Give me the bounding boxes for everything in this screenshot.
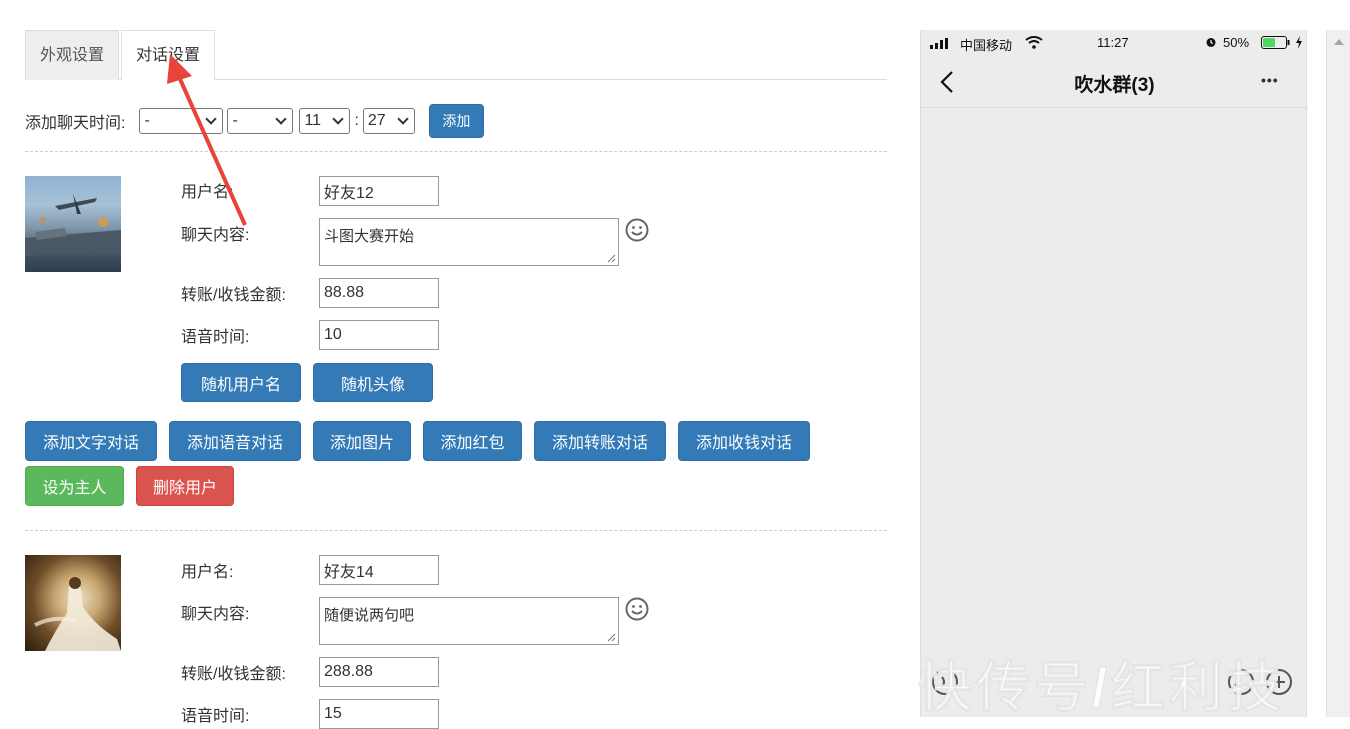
hour-select-value: 11: [304, 112, 322, 129]
section-divider: [25, 530, 887, 531]
avatar-warship-image: [25, 194, 121, 256]
username-input-2[interactable]: 好友14: [319, 555, 439, 585]
emoji-icon[interactable]: [625, 218, 649, 242]
chat-title: 吹水群(3): [1074, 75, 1155, 96]
content-label-2: 聊天内容:: [181, 606, 250, 623]
add-voice-dialog-button[interactable]: 添加语音对话: [169, 421, 301, 461]
minute-select-value: 27: [367, 112, 386, 129]
add-receive-dialog-button[interactable]: 添加收钱对话: [678, 421, 810, 461]
chat-time-label: 添加聊天时间:: [25, 115, 126, 132]
set-owner-button[interactable]: 设为主人: [25, 466, 124, 506]
carrier-name: 中国移动: [960, 38, 1013, 53]
phone-preview: 中国移动 11:27 50% 吹水群(3) •••: [920, 30, 1308, 717]
user-avatar-1[interactable]: [25, 176, 121, 272]
add-text-dialog-button[interactable]: 添加文字对话: [25, 421, 157, 461]
voice-label-1: 语音时间:: [181, 329, 250, 346]
charging-icon: [1296, 36, 1302, 49]
add-redpacket-button[interactable]: 添加红包: [423, 421, 522, 461]
content-text-2: 随便说两句吧: [324, 607, 415, 624]
resize-handle-icon[interactable]: [606, 253, 616, 263]
content-textarea-2[interactable]: 随便说两句吧: [319, 597, 619, 645]
year-select-value: -: [144, 112, 150, 129]
user-avatar-2[interactable]: [25, 555, 121, 651]
watermark: 快传号/红利技: [918, 645, 1350, 717]
signal-icon: [930, 38, 948, 49]
username-label-2: 用户名:: [181, 564, 234, 581]
amount-input-2[interactable]: 288.88: [319, 657, 439, 687]
random-avatar-button[interactable]: 随机头像: [313, 363, 433, 402]
minute-select[interactable]: 27: [362, 108, 415, 134]
phone-status-bar: 中国移动 11:27 50%: [921, 30, 1308, 56]
annotation-arrow: [167, 54, 247, 226]
random-username-button[interactable]: 随机用户名: [181, 363, 301, 402]
content-text-1: 斗图大赛开始: [324, 228, 415, 245]
add-image-button[interactable]: 添加图片: [313, 421, 411, 461]
amount-input-1[interactable]: 88.88: [319, 278, 439, 308]
page-scrollbar[interactable]: [1326, 30, 1350, 717]
emoji-icon[interactable]: [625, 597, 649, 621]
chevron-down-icon: [397, 113, 409, 125]
watermark-text: 快传号/红利技: [918, 658, 1286, 718]
tab-appearance-settings[interactable]: 外观设置: [25, 30, 119, 80]
delete-user-button[interactable]: 删除用户: [136, 466, 234, 506]
chevron-down-icon: [275, 113, 288, 125]
username-input-1[interactable]: 好友12: [319, 176, 439, 206]
amount-label-1: 转账/收钱金额:: [181, 287, 286, 304]
phone-time: 11:27: [1097, 35, 1129, 50]
content-textarea-1[interactable]: 斗图大赛开始: [319, 218, 619, 266]
scroll-up-arrow-icon[interactable]: [1333, 38, 1345, 46]
battery-icon: [1261, 36, 1290, 49]
phone-nav-bar: 吹水群(3) •••: [921, 56, 1308, 108]
more-icon[interactable]: •••: [1261, 72, 1279, 88]
battery-percent: 50%: [1223, 35, 1250, 50]
chevron-down-icon: [332, 113, 345, 125]
voice-input-1[interactable]: 10: [319, 320, 439, 350]
add-transfer-dialog-button[interactable]: 添加转账对话: [534, 421, 666, 461]
resize-handle-icon[interactable]: [606, 632, 616, 642]
add-time-button[interactable]: 添加: [428, 104, 484, 138]
amount-label-2: 转账/收钱金额:: [181, 666, 286, 683]
wifi-icon: [1025, 36, 1043, 49]
voice-label-2: 语音时间:: [181, 708, 250, 725]
hour-select[interactable]: 11: [299, 108, 351, 134]
time-colon: :: [354, 112, 359, 129]
voice-input-2[interactable]: 15: [319, 699, 439, 729]
avatar-bride-image: [34, 577, 121, 651]
alarm-icon: [1206, 38, 1216, 47]
